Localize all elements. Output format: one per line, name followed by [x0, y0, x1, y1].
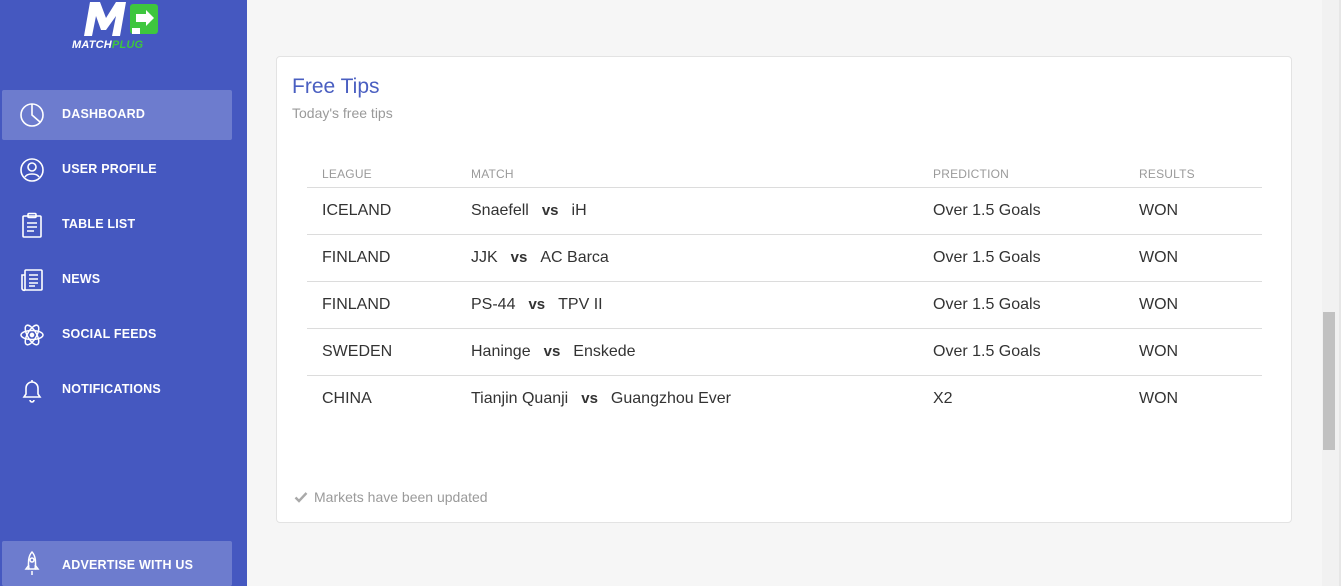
- match-cell: PS-44 vs TPV II: [471, 296, 603, 314]
- sidebar-item-label: NOTIFICATIONS: [62, 382, 161, 396]
- table-header: LEAGUE MATCH PREDICTION RESULTS: [307, 163, 1262, 188]
- away-team: TPV II: [558, 296, 603, 313]
- home-team: Haninge: [471, 343, 531, 360]
- prediction-cell: Over 1.5 Goals: [933, 249, 1041, 266]
- away-team: iH: [571, 202, 587, 219]
- sidebar-item-label: TABLE LIST: [62, 217, 136, 231]
- tips-table: LEAGUE MATCH PREDICTION RESULTS ICELAND …: [307, 163, 1262, 423]
- sidebar-item-user-profile[interactable]: USER PROFILE: [2, 145, 232, 195]
- sidebar-item-notifications[interactable]: NOTIFICATIONS: [2, 365, 232, 415]
- sidebar-item-label: NEWS: [62, 272, 101, 286]
- clipboard-icon: [19, 212, 45, 238]
- match-cell: JJK vs AC Barca: [471, 249, 609, 267]
- result-cell: WON: [1139, 249, 1179, 266]
- sidebar-item-label: SOCIAL FEEDS: [62, 327, 157, 341]
- league-cell: SWEDEN: [322, 343, 393, 360]
- vs-label: vs: [581, 390, 598, 407]
- advertise-with-us-button[interactable]: ADVERTISE WITH US: [2, 541, 232, 586]
- card-footer: Markets have been updated: [294, 489, 488, 505]
- result-cell: WON: [1139, 390, 1179, 407]
- free-tips-card: Free Tips Today's free tips LEAGUE MATCH…: [276, 56, 1292, 523]
- home-team: JJK: [471, 249, 498, 266]
- pie-chart-icon: [19, 102, 45, 128]
- card-title: Free Tips: [292, 75, 380, 98]
- home-team: Snaefell: [471, 202, 529, 219]
- table-row: SWEDEN Haninge vs Enskede Over 1.5 Goals W…: [307, 329, 1262, 376]
- match-cell: Tianjin Quanji vs Guangzhou Ever: [471, 390, 731, 408]
- vs-label: vs: [510, 249, 528, 266]
- league-cell: FINLAND: [322, 249, 391, 266]
- league-cell: CHINA: [322, 390, 372, 407]
- sidebar-item-label: DASHBOARD: [62, 107, 146, 121]
- scrollbar-thumb[interactable]: [1323, 312, 1335, 450]
- bell-icon: [19, 377, 45, 403]
- result-cell: WON: [1139, 343, 1179, 360]
- sidebar-item-dashboard[interactable]: DASHBOARD: [2, 90, 232, 140]
- sidebar-item-social-feeds[interactable]: SOCIAL FEEDS: [2, 310, 232, 360]
- home-team: Tianjin Quanji: [471, 390, 569, 407]
- rocket-icon: [19, 550, 45, 576]
- prediction-cell: Over 1.5 Goals: [933, 343, 1041, 360]
- table-row: CHINA Tianjin Quanji vs Guangzhou Ever X2 …: [307, 376, 1262, 423]
- match-cell: Haninge vs Enskede: [471, 343, 636, 361]
- vs-label: vs: [528, 296, 546, 313]
- card-subtitle: Today's free tips: [292, 105, 393, 121]
- logo-text: MATCHPLUG: [72, 39, 144, 51]
- sidebar: MATCHPLUG DASHBOARD USER PROFILE TABLE L…: [0, 0, 247, 586]
- away-team: Enskede: [573, 343, 636, 360]
- prediction-cell: X2: [933, 390, 953, 407]
- atom-icon: [19, 322, 45, 348]
- result-cell: WON: [1139, 296, 1179, 313]
- logo[interactable]: MATCHPLUG: [70, 0, 166, 52]
- table-row: FINLAND JJK vs AC Barca Over 1.5 Goals WON: [307, 235, 1262, 282]
- newspaper-icon: [19, 267, 45, 293]
- match-cell: Snaefell vs iH: [471, 202, 587, 220]
- sidebar-item-table-list[interactable]: TABLE LIST: [2, 200, 232, 250]
- column-header-league: LEAGUE: [322, 167, 372, 181]
- check-icon: [294, 492, 308, 503]
- advertise-label: ADVERTISE WITH US: [62, 558, 194, 572]
- table-row: FINLAND PS-44 vs TPV II Over 1.5 Goals WON: [307, 282, 1262, 329]
- table-row: ICELAND Snaefell vs iH Over 1.5 Goals WON: [307, 188, 1262, 235]
- sidebar-item-news[interactable]: NEWS: [2, 255, 232, 305]
- league-cell: FINLAND: [322, 296, 391, 313]
- prediction-cell: Over 1.5 Goals: [933, 296, 1041, 313]
- user-icon: [19, 157, 45, 183]
- away-team: Guangzhou Ever: [610, 390, 731, 407]
- column-header-match: MATCH: [471, 167, 514, 181]
- column-header-results: RESULTS: [1139, 167, 1195, 181]
- vs-label: vs: [541, 202, 559, 219]
- vs-label: vs: [543, 343, 561, 360]
- footer-text: Markets have been updated: [314, 489, 488, 505]
- logo-mark-icon: [84, 2, 158, 36]
- prediction-cell: Over 1.5 Goals: [933, 202, 1041, 219]
- away-team: AC Barca: [540, 249, 609, 266]
- league-cell: ICELAND: [322, 202, 392, 219]
- result-cell: WON: [1139, 202, 1179, 219]
- home-team: PS-44: [471, 296, 516, 313]
- column-header-prediction: PREDICTION: [933, 167, 1010, 181]
- sidebar-item-label: USER PROFILE: [62, 162, 157, 176]
